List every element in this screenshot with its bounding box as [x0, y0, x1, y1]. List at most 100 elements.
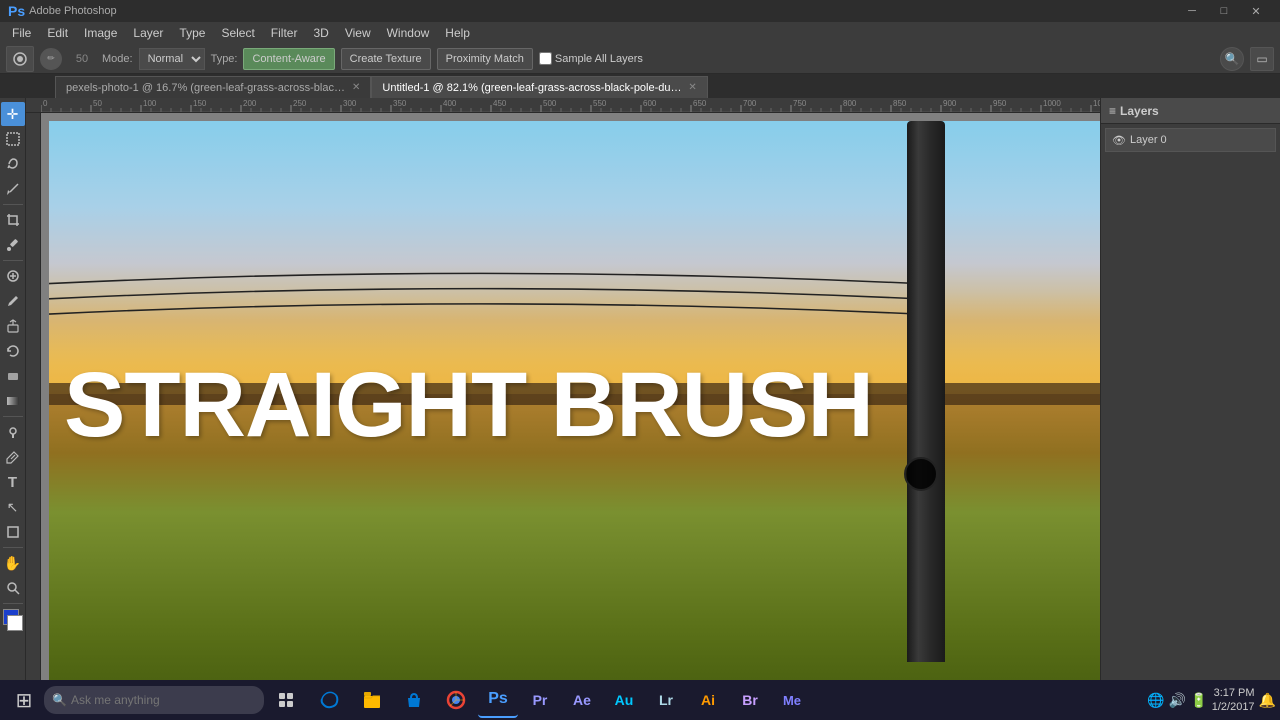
search-tools-icon[interactable]: 🔍 [1220, 47, 1244, 71]
taskbar-file-explorer[interactable] [352, 682, 392, 718]
layer-visibility-icon[interactable]: 👁 [1112, 134, 1126, 147]
content-aware-btn[interactable]: Content-Aware [243, 48, 334, 70]
taskbar-chrome[interactable] [436, 682, 476, 718]
svg-text:200: 200 [243, 99, 257, 108]
layers-content: 👁 Layer 0 [1101, 124, 1280, 690]
tool-heal[interactable] [1, 264, 25, 288]
taskbar-premiere[interactable]: Pr [520, 682, 560, 718]
tool-dodge[interactable] [1, 420, 25, 444]
taskbar-audition[interactable]: Au [604, 682, 644, 718]
clock-date: 1/2/2017 [1212, 700, 1255, 714]
menu-image[interactable]: Image [76, 22, 125, 44]
tool-history[interactable] [1, 339, 25, 363]
task-view-button[interactable] [266, 682, 306, 718]
svg-text:600: 600 [643, 99, 657, 108]
menu-3d[interactable]: 3D [305, 22, 336, 44]
tool-pen[interactable] [1, 445, 25, 469]
screen-mode-btn[interactable]: ▭ [1250, 47, 1274, 71]
svg-text:800: 800 [843, 99, 857, 108]
tool-brush[interactable] [1, 289, 25, 313]
tool-lasso[interactable] [1, 152, 25, 176]
tab-0-close[interactable]: ✕ [352, 82, 360, 93]
taskbar-bridge[interactable]: Br [730, 682, 770, 718]
svg-text:100: 100 [143, 99, 157, 108]
taskbar-photoshop[interactable]: Ps [478, 682, 518, 718]
network-icon[interactable]: 🌐 [1147, 692, 1164, 709]
menu-view[interactable]: View [337, 22, 379, 44]
layers-panel-title: Layers [1120, 104, 1159, 118]
title-bar-left: Ps Adobe Photoshop [8, 3, 117, 19]
search-input[interactable] [71, 693, 231, 707]
tool-wand[interactable] [1, 177, 25, 201]
sample-all-layers-label[interactable]: Sample All Layers [539, 52, 643, 65]
tool-eraser[interactable] [1, 364, 25, 388]
tool-gradient[interactable] [1, 389, 25, 413]
menu-edit[interactable]: Edit [39, 22, 76, 44]
tool-crop[interactable] [1, 208, 25, 232]
canvas-inner[interactable]: STRAIGHT BRUSH [41, 113, 1100, 690]
taskbar-store[interactable] [394, 682, 434, 718]
svg-text:850: 850 [893, 99, 907, 108]
taskbar-illustrator[interactable]: Ai [688, 682, 728, 718]
menu-help[interactable]: Help [437, 22, 478, 44]
taskbar-search[interactable]: 🔍 [44, 686, 264, 714]
search-icon: 🔍 [52, 693, 67, 707]
layer-item[interactable]: 👁 Layer 0 [1105, 128, 1276, 152]
background-color[interactable] [7, 615, 23, 631]
system-clock[interactable]: 3:17 PM 1/2/2017 [1212, 686, 1255, 715]
color-swatches[interactable] [1, 609, 25, 631]
taskbar-system-tray: 🌐 🔊 🔋 3:17 PM 1/2/2017 🔔 [1147, 686, 1276, 715]
minimize-button[interactable]: ─ [1176, 0, 1208, 22]
proximity-match-btn[interactable]: Proximity Match [437, 48, 533, 70]
svg-text:650: 650 [693, 99, 707, 108]
taskbar-media-encoder[interactable]: Me [772, 682, 812, 718]
create-texture-btn[interactable]: Create Texture [341, 48, 431, 70]
tool-hand[interactable]: ✋ [1, 551, 25, 575]
taskbar-apps: Ps Pr Ae Au Lr Ai Br Me [306, 682, 1147, 718]
tool-zoom[interactable] [1, 576, 25, 600]
menu-filter[interactable]: Filter [263, 22, 306, 44]
tool-path-select[interactable]: ↖ [1, 495, 25, 519]
start-button[interactable]: ⊞ [4, 682, 44, 718]
battery-icon[interactable]: 🔋 [1190, 692, 1207, 709]
tool-text[interactable]: T [1, 470, 25, 494]
maximize-button[interactable]: □ [1208, 0, 1240, 22]
notifications-icon[interactable]: 🔔 [1259, 692, 1276, 709]
taskbar-after-effects[interactable]: Ae [562, 682, 602, 718]
sound-icon[interactable]: 🔊 [1169, 692, 1186, 709]
toolbar-divider-1 [3, 204, 23, 205]
tool-move[interactable]: ✛ [1, 102, 25, 126]
svg-text:0: 0 [43, 99, 48, 108]
main-layout: ✛ [0, 98, 1280, 690]
mode-select[interactable]: Normal [139, 48, 205, 70]
tab-0[interactable]: pexels-photo-1 @ 16.7% (green-leaf-grass… [55, 76, 371, 98]
utility-pole [907, 121, 945, 662]
menu-select[interactable]: Select [213, 22, 262, 44]
close-button[interactable]: ✕ [1240, 0, 1272, 22]
taskbar: ⊞ 🔍 Ps Pr Ae Au Lr Ai Br Me 🌐 🔊 🔋 [0, 680, 1280, 720]
taskbar-lightroom[interactable]: Lr [646, 682, 686, 718]
taskbar-edge[interactable] [310, 682, 350, 718]
sample-all-layers-checkbox[interactable] [539, 52, 552, 65]
svg-text:950: 950 [993, 99, 1007, 108]
tool-preset-picker[interactable] [6, 46, 34, 72]
tool-eyedropper[interactable] [1, 233, 25, 257]
brush-size-preview[interactable]: ✏ [40, 48, 62, 70]
tool-marquee[interactable] [1, 127, 25, 151]
layers-panel-header: ≡ Layers [1101, 98, 1280, 124]
menu-file[interactable]: File [4, 22, 39, 44]
menu-layer[interactable]: Layer [125, 22, 171, 44]
menu-type[interactable]: Type [171, 22, 213, 44]
tab-1[interactable]: Untitled-1 @ 82.1% (green-leaf-grass-acr… [371, 76, 707, 98]
menu-window[interactable]: Window [379, 22, 438, 44]
toolbar-divider-4 [3, 547, 23, 548]
type-label: Type: [211, 53, 238, 65]
mode-label: Mode: [102, 53, 133, 65]
tool-clone[interactable] [1, 314, 25, 338]
svg-text:250: 250 [293, 99, 307, 108]
svg-text:350: 350 [393, 99, 407, 108]
tool-shape[interactable] [1, 520, 25, 544]
toolbar-divider-2 [3, 260, 23, 261]
tabs-bar: pexels-photo-1 @ 16.7% (green-leaf-grass… [0, 74, 1280, 98]
tab-1-close[interactable]: ✕ [688, 82, 696, 93]
